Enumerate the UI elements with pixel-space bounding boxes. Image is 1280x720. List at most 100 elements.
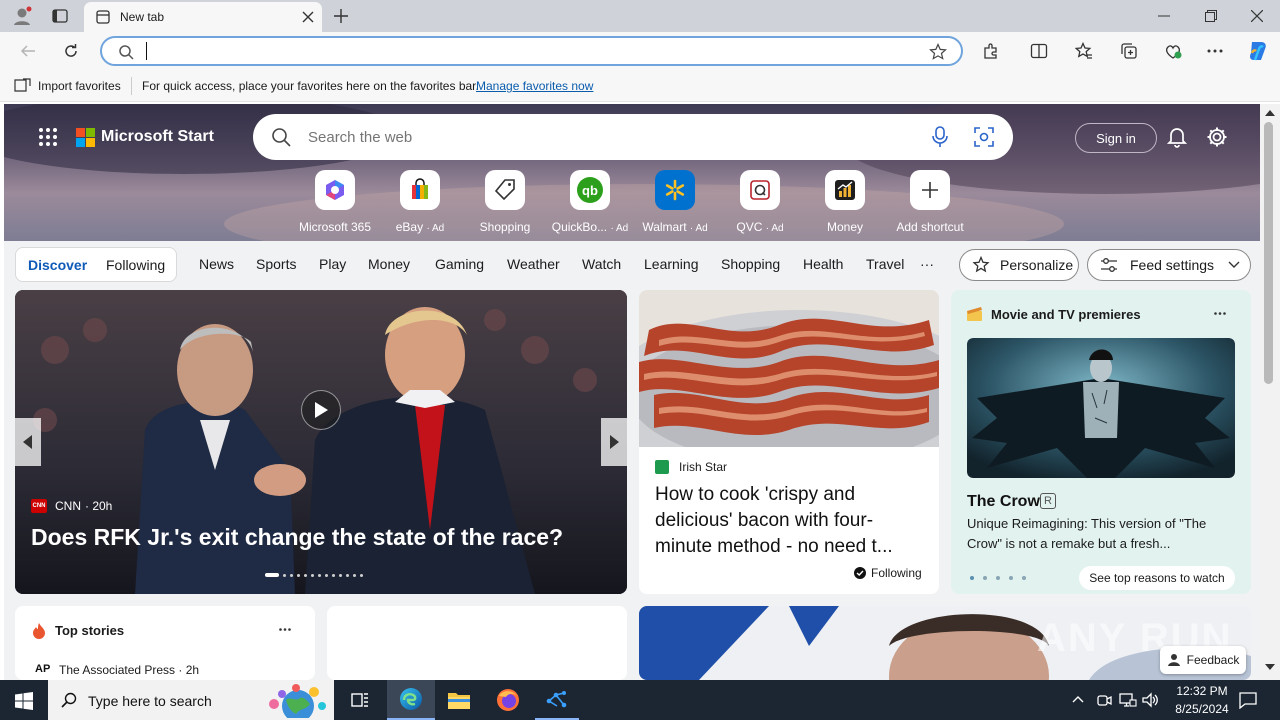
- carousel-dot[interactable]: [353, 573, 356, 577]
- firefox-icon[interactable]: [496, 688, 520, 712]
- news-image-card[interactable]: ANY RUN Feedback: [639, 606, 1251, 680]
- file-explorer-icon[interactable]: [447, 690, 471, 710]
- section-title[interactable]: Movie and TV premieres: [991, 307, 1141, 322]
- carousel-dot[interactable]: [332, 573, 335, 577]
- carousel-dot-active[interactable]: [970, 576, 974, 580]
- import-favorites-button[interactable]: Import favorites: [38, 79, 121, 93]
- scroll-thumb[interactable]: [1264, 122, 1273, 384]
- close-window-icon[interactable]: [1251, 10, 1263, 22]
- nav-health[interactable]: Health: [803, 256, 843, 272]
- carousel-dot[interactable]: [983, 576, 987, 580]
- minimize-icon[interactable]: [1158, 15, 1170, 17]
- windows-start-icon[interactable]: [15, 692, 33, 710]
- shortcut-qvc[interactable]: QVC · Ad: [720, 170, 800, 240]
- nav-gaming[interactable]: Gaming: [435, 256, 484, 272]
- movie-premieres-card[interactable]: Movie and TV premieres The Crow R Unique…: [951, 290, 1251, 594]
- favorite-star-icon[interactable]: [929, 43, 947, 61]
- scroll-up-icon[interactable]: [1265, 110, 1275, 116]
- extensions-icon[interactable]: [982, 42, 1000, 60]
- scroll-down-icon[interactable]: [1265, 664, 1275, 670]
- nav-play[interactable]: Play: [319, 256, 346, 272]
- feedback-button[interactable]: Feedback: [1160, 646, 1246, 674]
- carousel-dot[interactable]: [339, 573, 342, 577]
- bacon-story-card[interactable]: Irish Star How to cook 'crispy and delic…: [639, 290, 939, 594]
- carousel-dot[interactable]: [283, 573, 286, 577]
- web-search-box[interactable]: [253, 114, 1013, 160]
- microphone-icon[interactable]: [931, 126, 949, 148]
- shortcut-microsoft-365[interactable]: Microsoft 365: [295, 170, 375, 240]
- shortcut-ebay[interactable]: eBay · Ad: [380, 170, 460, 240]
- play-video-button[interactable]: [301, 390, 341, 430]
- notifications-bell-icon[interactable]: [1167, 126, 1187, 148]
- copilot-icon[interactable]: [1246, 39, 1270, 63]
- volume-icon[interactable]: [1142, 692, 1160, 708]
- task-view-icon[interactable]: [350, 690, 370, 710]
- carousel-dot[interactable]: [290, 573, 293, 577]
- taskbar-search-box[interactable]: Type here to search: [48, 680, 334, 720]
- nav-watch[interactable]: Watch: [582, 256, 621, 272]
- card-headline[interactable]: How to cook 'crispy and delicious' bacon…: [655, 482, 927, 560]
- shortcut-money[interactable]: Money: [805, 170, 885, 240]
- shortcut-quickbooks[interactable]: qb QuickBo... · Ad: [550, 170, 630, 240]
- carousel-dot[interactable]: [1022, 576, 1026, 580]
- carousel-dot[interactable]: [1009, 576, 1013, 580]
- hero-story-card[interactable]: CNN CNN · 20h Does RFK Jr.'s exit change…: [15, 290, 627, 594]
- show-hidden-icons-chevron-icon[interactable]: [1072, 695, 1084, 703]
- clock-date[interactable]: 8/25/2024: [1169, 702, 1235, 716]
- address-bar[interactable]: [100, 36, 963, 66]
- browser-essentials-icon[interactable]: [1164, 42, 1182, 60]
- shortcut-walmart[interactable]: Walmart · Ad: [635, 170, 715, 240]
- new-tab-button[interactable]: [333, 8, 349, 24]
- shortcut-add[interactable]: Add shortcut: [890, 170, 970, 240]
- shortcut-shopping[interactable]: Shopping: [465, 170, 545, 240]
- carousel-dot[interactable]: [297, 573, 300, 577]
- card-more-options-icon[interactable]: [1214, 312, 1226, 315]
- close-tab-icon[interactable]: [302, 11, 314, 23]
- carousel-dot[interactable]: [346, 573, 349, 577]
- more-options-icon[interactable]: [1207, 49, 1223, 53]
- top-stories-title[interactable]: Top stories: [55, 623, 124, 638]
- back-icon[interactable]: [20, 43, 36, 59]
- page-scrollbar[interactable]: [1260, 104, 1280, 680]
- see-top-reasons-button[interactable]: See top reasons to watch: [1079, 566, 1235, 590]
- collections-icon[interactable]: [1120, 42, 1138, 60]
- meet-now-icon[interactable]: [1096, 692, 1112, 708]
- taskbar-edge-button[interactable]: [387, 680, 435, 720]
- nav-weather[interactable]: Weather: [507, 256, 560, 272]
- visual-search-icon[interactable]: [974, 127, 994, 147]
- split-screen-icon[interactable]: [1030, 42, 1048, 60]
- story-headline[interactable]: Does RFK Jr.'s exit change the state of …: [31, 524, 611, 551]
- nav-more-button[interactable]: ···: [920, 256, 934, 272]
- carousel-dot[interactable]: [996, 576, 1000, 580]
- next-slide-button[interactable]: [601, 418, 627, 466]
- address-input[interactable]: [146, 42, 906, 60]
- feed-settings-button[interactable]: Feed settings: [1087, 249, 1251, 281]
- brand-title[interactable]: Microsoft Start: [101, 128, 214, 146]
- nav-learning[interactable]: Learning: [644, 256, 699, 272]
- carousel-dot[interactable]: [318, 573, 321, 577]
- settings-gear-icon[interactable]: [1206, 126, 1228, 148]
- nav-shopping[interactable]: Shopping: [721, 256, 780, 272]
- nav-sports[interactable]: Sports: [256, 256, 296, 272]
- sign-in-button[interactable]: Sign in: [1075, 123, 1157, 153]
- movie-title[interactable]: The Crow: [967, 493, 1040, 511]
- refresh-icon[interactable]: [63, 43, 79, 59]
- nav-news[interactable]: News: [199, 256, 234, 272]
- carousel-dot-active[interactable]: [265, 573, 279, 577]
- personalize-button[interactable]: Personalize: [959, 249, 1079, 281]
- network-icon[interactable]: [1119, 692, 1137, 708]
- favorites-icon[interactable]: [1075, 42, 1093, 60]
- clock-time[interactable]: 12:32 PM: [1169, 684, 1235, 698]
- nav-travel[interactable]: Travel: [866, 256, 904, 272]
- carousel-dot[interactable]: [311, 573, 314, 577]
- taskbar-app-button[interactable]: [535, 680, 579, 720]
- top-stories-more-icon[interactable]: [279, 628, 291, 631]
- carousel-dot[interactable]: [360, 573, 363, 577]
- carousel-dot[interactable]: [304, 573, 307, 577]
- app-launcher-icon[interactable]: [38, 127, 58, 147]
- tab-discover[interactable]: Discover: [28, 257, 87, 273]
- web-search-input[interactable]: [308, 126, 908, 148]
- tab-new-tab[interactable]: New tab: [84, 2, 322, 32]
- restore-icon[interactable]: [1205, 10, 1217, 22]
- notification-center-icon[interactable]: [1239, 691, 1257, 709]
